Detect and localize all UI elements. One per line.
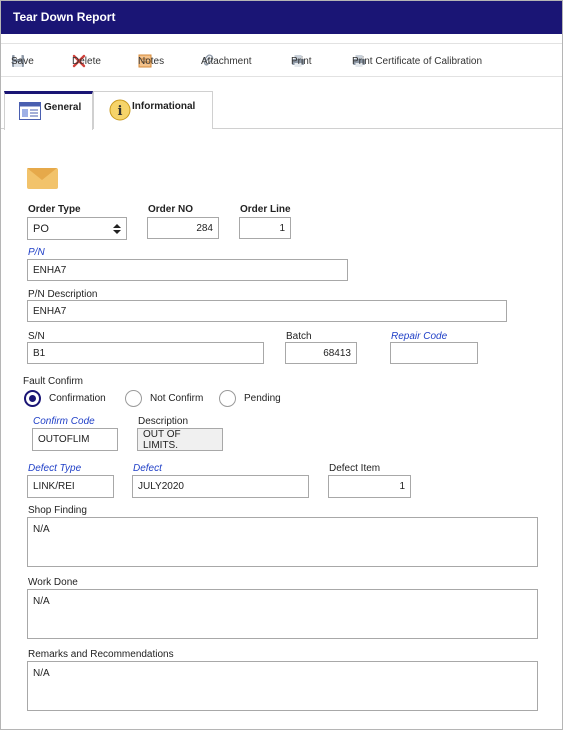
envelope-icon[interactable] xyxy=(27,168,58,189)
defect-field[interactable]: JULY2020 xyxy=(132,475,309,498)
sn-label: S/N xyxy=(28,331,45,342)
print-certificate-button[interactable]: Print Certificate of Calibration xyxy=(352,52,482,70)
description-label: Description xyxy=(138,416,189,427)
order-no-field[interactable]: 284 xyxy=(147,217,219,239)
confirm-code-value: OUTOFLIM xyxy=(38,434,90,445)
description-field: OUT OF LIMITS. xyxy=(137,428,223,451)
window-title: Tear Down Report xyxy=(13,10,116,24)
defect-type-label[interactable]: Defect Type xyxy=(28,463,81,474)
order-line-label: Order Line xyxy=(240,204,291,215)
delete-label: Delete xyxy=(72,55,101,67)
order-line-value: 1 xyxy=(279,222,285,234)
description-value: OUT OF LIMITS. xyxy=(143,428,181,451)
remarks-textarea[interactable]: N/A xyxy=(27,661,538,711)
fault-confirm-label: Fault Confirm xyxy=(23,376,84,387)
radio-confirmation-label: Confirmation xyxy=(49,393,106,404)
shop-finding-textarea[interactable]: N/A xyxy=(27,517,538,567)
print-label: Print xyxy=(291,55,312,67)
print-certificate-label: Print Certificate of Calibration xyxy=(352,55,483,67)
print-button[interactable]: Print xyxy=(291,52,313,70)
pn-field[interactable]: ENHA7 xyxy=(27,259,348,281)
notes-button[interactable]: Notes xyxy=(138,52,164,70)
radio-circle-icon xyxy=(24,390,41,407)
repair-code-field[interactable] xyxy=(390,342,478,364)
radio-not-confirm[interactable]: Not Confirm xyxy=(125,390,203,407)
radio-confirmation[interactable]: Confirmation xyxy=(24,390,106,407)
work-done-label: Work Done xyxy=(28,577,78,588)
defect-value: JULY2020 xyxy=(138,481,184,492)
radio-pending-label: Pending xyxy=(244,393,281,404)
sn-field[interactable]: B1 xyxy=(27,342,264,364)
confirm-code-label[interactable]: Confirm Code xyxy=(33,416,95,427)
order-no-label: Order NO xyxy=(148,204,194,215)
batch-field[interactable]: 68413 xyxy=(285,342,357,364)
work-done-textarea[interactable]: N/A xyxy=(27,589,538,639)
remarks-value: N/A xyxy=(33,668,50,679)
select-arrows-icon xyxy=(113,222,121,236)
toolbar: Save Delete Notes Attachment Print Print… xyxy=(1,43,562,77)
save-label: Save xyxy=(11,55,34,67)
pn-description-value: ENHA7 xyxy=(33,305,67,317)
defect-item-label: Defect Item xyxy=(329,463,381,474)
radio-pending[interactable]: Pending xyxy=(219,390,281,407)
pn-description-label: P/N Description xyxy=(28,289,98,300)
remarks-label: Remarks and Recommendations xyxy=(28,649,174,660)
defect-item-value: 1 xyxy=(399,481,405,492)
repair-code-label[interactable]: Repair Code xyxy=(391,331,447,342)
tab-strip: General i Informational xyxy=(1,91,562,130)
batch-label: Batch xyxy=(286,331,312,342)
pn-label[interactable]: P/N xyxy=(28,247,45,258)
pn-description-field[interactable]: ENHA7 xyxy=(27,300,507,322)
defect-type-value: LINK/REI xyxy=(33,481,75,492)
order-type-label: Order Type xyxy=(28,204,81,215)
defect-item-field[interactable]: 1 xyxy=(328,475,411,498)
order-type-select[interactable]: PO xyxy=(27,217,127,240)
save-button[interactable]: Save xyxy=(11,52,34,70)
radio-not-confirm-label: Not Confirm xyxy=(150,393,204,404)
radio-circle-icon xyxy=(125,390,142,407)
form-icon xyxy=(19,102,41,123)
order-line-field[interactable]: 1 xyxy=(239,217,291,239)
notes-label: Notes xyxy=(138,55,165,67)
tab-informational-label: Informational xyxy=(132,101,196,112)
tab-general[interactable]: General xyxy=(4,91,93,130)
shop-finding-value: N/A xyxy=(33,524,50,535)
confirm-code-field[interactable]: OUTOFLIM xyxy=(32,428,118,451)
tab-informational[interactable]: i Informational xyxy=(93,91,213,129)
info-icon: i xyxy=(109,99,131,124)
title-bar: Tear Down Report xyxy=(1,1,562,34)
svg-text:i: i xyxy=(118,104,123,119)
sn-value: B1 xyxy=(33,347,46,359)
order-no-value: 284 xyxy=(196,222,213,234)
work-done-value: N/A xyxy=(33,596,50,607)
defect-type-field[interactable]: LINK/REI xyxy=(27,475,114,498)
pn-value: ENHA7 xyxy=(33,264,67,276)
batch-value: 68413 xyxy=(323,347,351,359)
attachment-button[interactable]: Attachment xyxy=(201,52,252,70)
shop-finding-label: Shop Finding xyxy=(28,505,87,516)
defect-label[interactable]: Defect xyxy=(133,463,162,474)
radio-circle-icon xyxy=(219,390,236,407)
attachment-label: Attachment xyxy=(201,55,252,67)
delete-button[interactable]: Delete xyxy=(72,52,101,70)
order-type-value: PO xyxy=(33,222,49,235)
tab-general-label: General xyxy=(44,102,82,113)
